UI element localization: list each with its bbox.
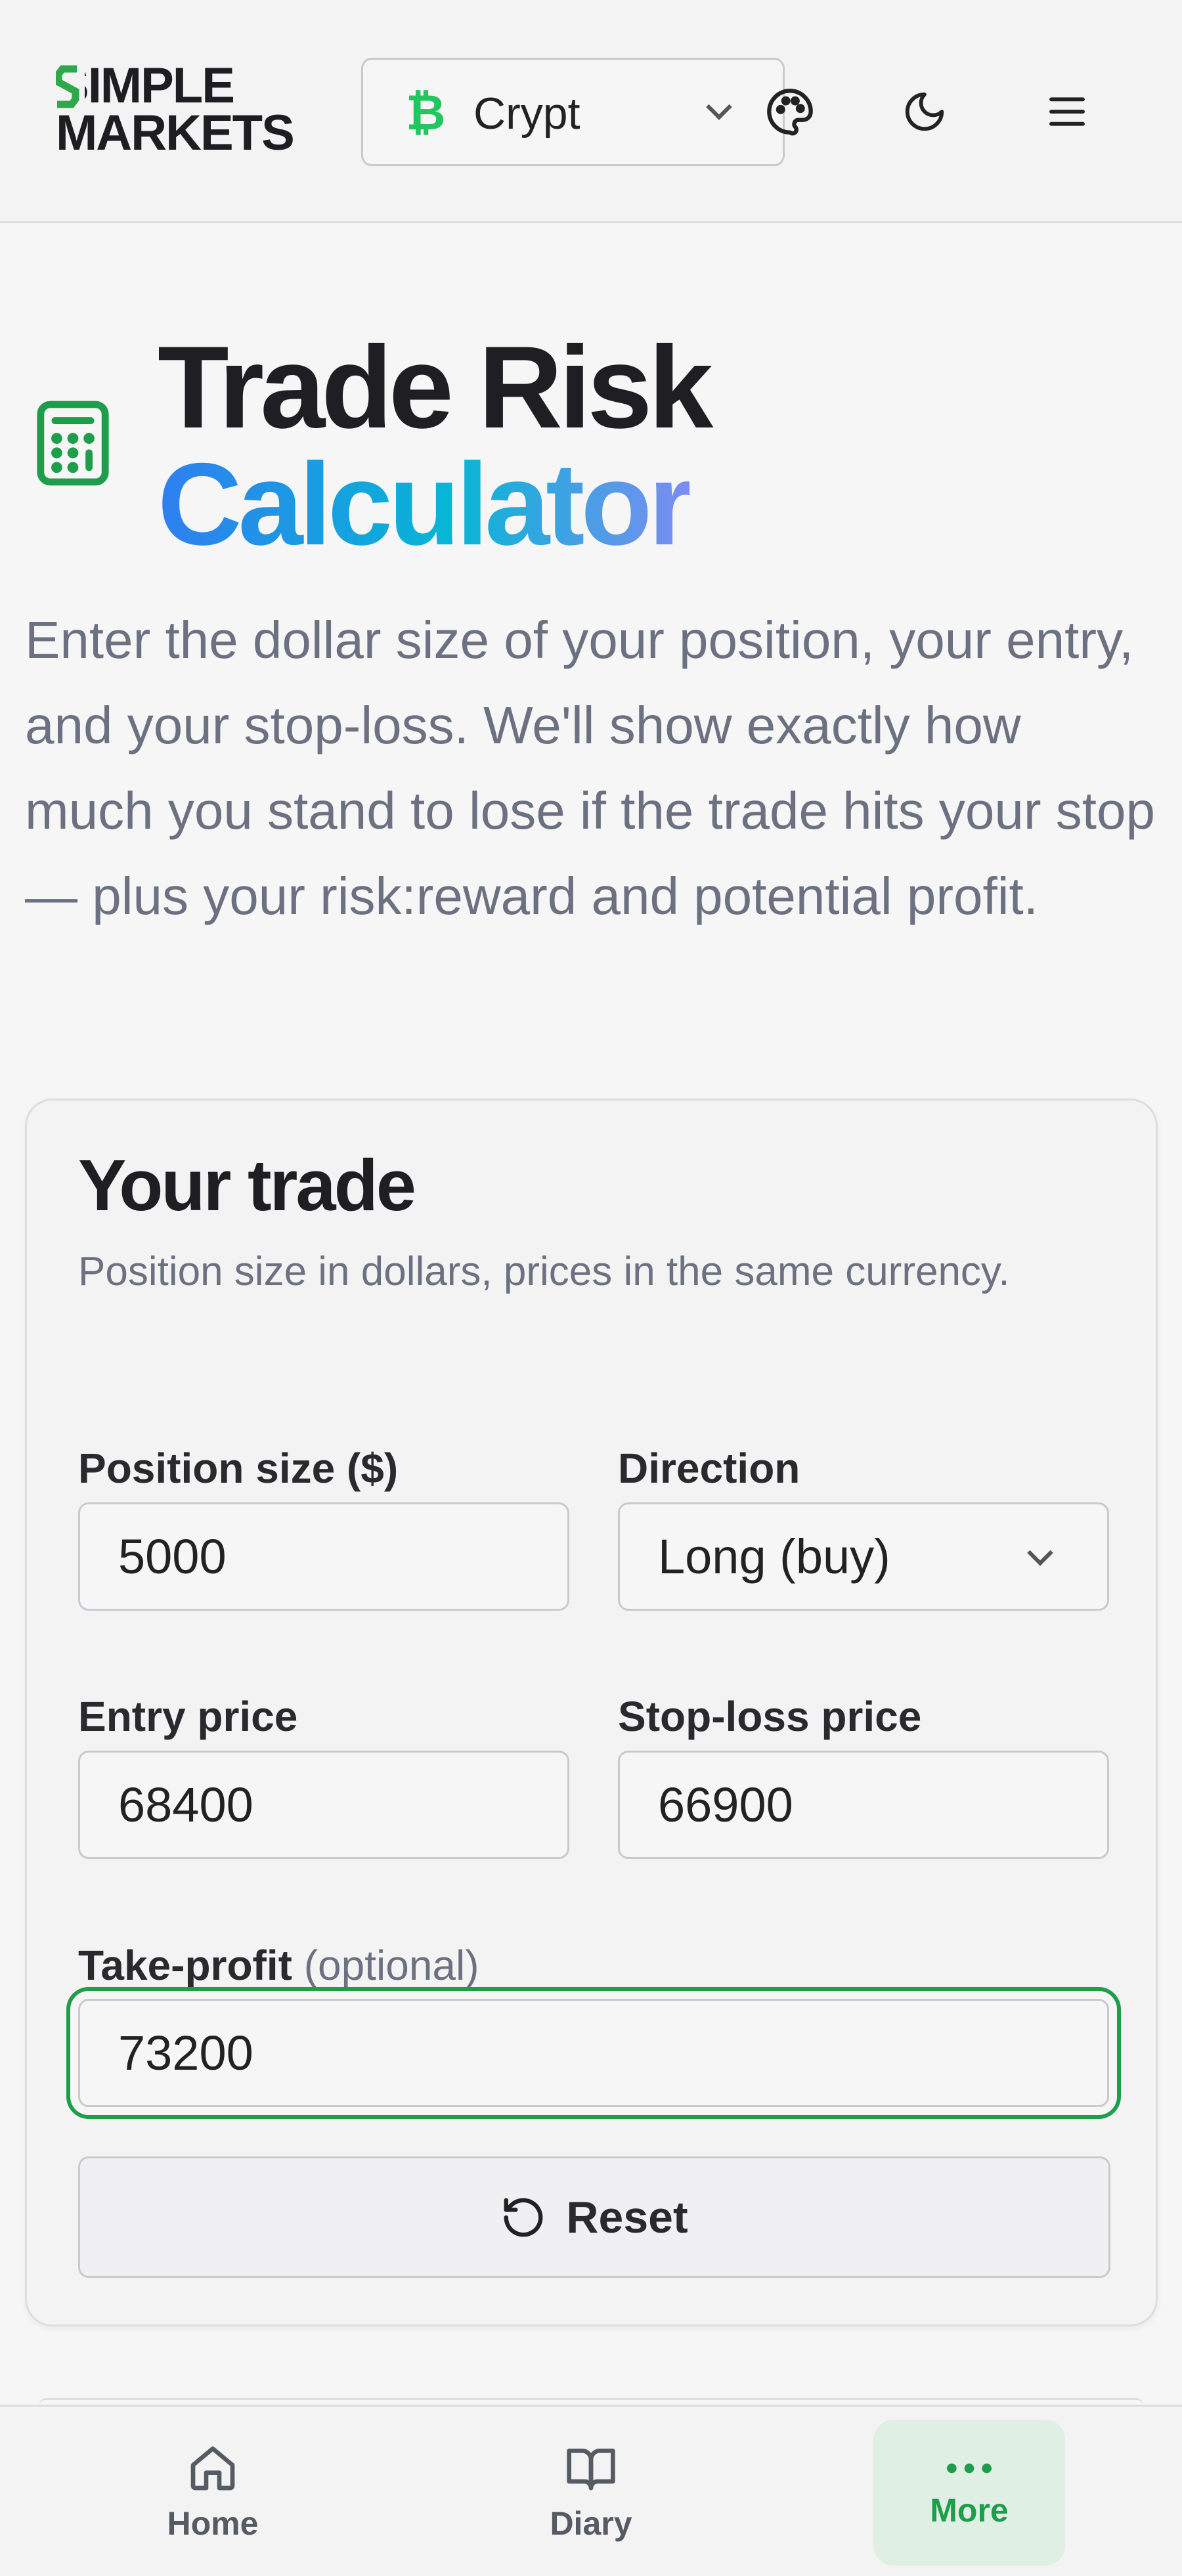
card-title: Your trade (78, 1145, 416, 1226)
stop-loss-label: Stop-loss price (618, 1693, 922, 1740)
stop-loss-input[interactable]: 66900 (618, 1751, 1109, 1859)
entry-price-input[interactable]: 68400 (78, 1751, 569, 1859)
intro-text: Enter the dollar size of your position, … (25, 611, 1155, 925)
entry-price-label: Entry price (78, 1693, 298, 1740)
palette-icon (767, 89, 813, 136)
logo-text-1: SIMPLE (56, 58, 234, 114)
take-profit-label: Take-profit (optional) (78, 1939, 479, 1992)
chevron-down-icon (1027, 1544, 1053, 1570)
position-size-input[interactable]: 5000 (78, 1502, 569, 1611)
nav-item-home[interactable]: Home (117, 2420, 309, 2565)
simple-markets-logo[interactable]: SIMPLE MARKETS (55, 58, 312, 161)
logo-line-1: SIMPLE (55, 58, 312, 114)
palette-button[interactable] (754, 76, 826, 148)
take-profit-input[interactable]: 73200 (78, 1999, 1109, 2107)
moon-icon (905, 92, 944, 131)
reset-button[interactable]: Reset (78, 2156, 1110, 2278)
book-icon (567, 2449, 615, 2491)
trade-form-card: Your trade Position size in dollars, pri… (25, 1099, 1158, 2326)
nav-label-home: Home (167, 2505, 259, 2542)
home-icon (190, 2446, 235, 2491)
page-title-line-2: Calculator (158, 439, 693, 569)
market-select-value: Crypt (473, 89, 580, 139)
logo-line-2: MARKETS (56, 108, 312, 158)
top-header: SIMPLE MARKETS ₿ Crypt (0, 0, 1182, 223)
direction-label: Direction (618, 1445, 800, 1492)
direction-select-value: Long (buy) (658, 1529, 890, 1584)
nav-item-diary[interactable]: Diary (495, 2420, 687, 2565)
next-card-edge (39, 2398, 1143, 2405)
logo-s-mark (55, 65, 79, 108)
position-size-label: Position size ($) (78, 1445, 399, 1492)
optional-hint: (optional) (303, 1942, 479, 1989)
reset-button-label: Reset (566, 2192, 688, 2242)
page-title-line-1: Trade Risk (158, 322, 713, 452)
theme-toggle-button[interactable] (888, 76, 961, 148)
nav-label-more: More (930, 2492, 1009, 2529)
menu-button[interactable] (1031, 76, 1103, 148)
more-dots-icon (947, 2463, 992, 2474)
bitcoin-icon: ₿ (406, 85, 446, 140)
bottom-nav: Home Diary More (0, 2405, 1182, 2576)
nav-label-diary: Diary (550, 2505, 632, 2542)
direction-select[interactable]: Long (buy) (618, 1502, 1109, 1611)
hamburger-menu-icon (1049, 97, 1085, 126)
take-profit-label-text: Take-profit (78, 1942, 292, 1989)
calculator-icon (37, 401, 109, 486)
chevron-down-icon (706, 98, 732, 124)
market-select[interactable]: ₿ Crypt (361, 58, 785, 166)
logo-text-2: MARKETS (56, 105, 295, 161)
nav-item-more[interactable]: More (873, 2420, 1065, 2565)
reset-icon (504, 2198, 543, 2237)
card-subtitle: Position size in dollars, prices in the … (78, 1249, 1010, 1294)
